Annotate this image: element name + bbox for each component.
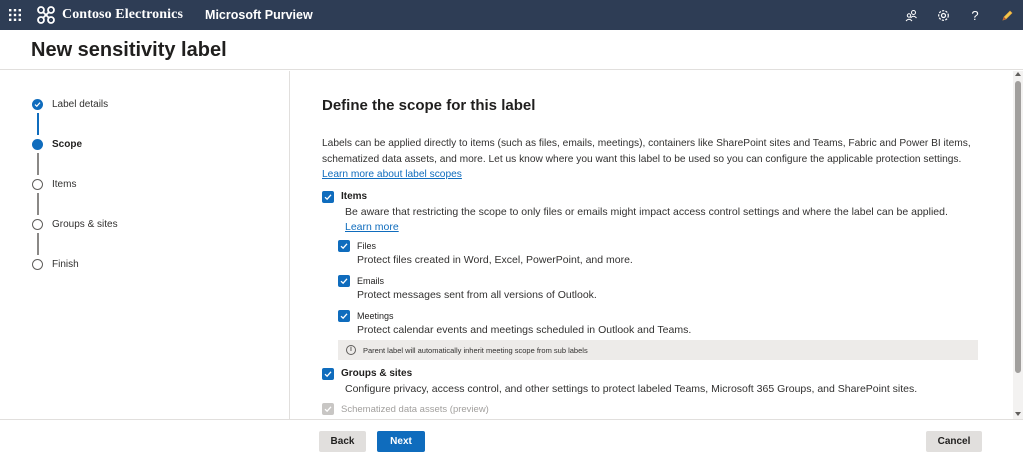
help-icon[interactable]: ?	[959, 0, 991, 30]
step-label: Finish	[52, 259, 79, 270]
items-description: Be aware that restricting the scope to o…	[345, 205, 955, 235]
meetings-label: Meetings	[357, 311, 394, 321]
empty-circle-icon	[32, 219, 43, 230]
cancel-button[interactable]: Cancel	[926, 431, 982, 452]
scroll-down-arrow-icon[interactable]	[1015, 412, 1021, 416]
groups-sites-description: Configure privacy, access control, and o…	[345, 383, 918, 395]
checkmark-icon	[340, 278, 348, 285]
emails-checkbox[interactable]	[338, 275, 350, 287]
brand-name: Contoso Electronics	[62, 7, 184, 22]
settings-icon[interactable]	[927, 0, 959, 30]
step-connector	[37, 233, 39, 255]
meeting-scope-info-bar: i Parent label will automatically inheri…	[338, 340, 978, 360]
step-scope[interactable]: Scope	[32, 139, 82, 150]
back-button[interactable]: Back	[319, 431, 366, 452]
section-title: Define the scope for this label	[322, 97, 536, 114]
page-title: New sensitivity label	[31, 39, 227, 61]
page-header: New sensitivity label	[0, 30, 1023, 70]
groups-sites-checkbox[interactable]	[322, 368, 334, 380]
label-scopes-link[interactable]: Learn more about label scopes	[322, 169, 462, 180]
step-finish[interactable]: Finish	[32, 259, 79, 270]
info-icon: i	[346, 345, 356, 355]
scrollbar-thumb[interactable]	[1015, 81, 1021, 373]
intro-text: Labels can be applied directly to items …	[322, 136, 990, 183]
files-label: Files	[357, 241, 377, 251]
step-connector	[37, 153, 39, 175]
schematized-checkbox	[322, 403, 334, 415]
empty-circle-icon	[32, 179, 43, 190]
emails-description: Protect messages sent from all versions …	[357, 289, 597, 301]
step-label: Items	[52, 179, 77, 190]
waffle-icon[interactable]	[0, 0, 30, 30]
checkmark-icon	[324, 194, 332, 201]
step-connector	[37, 113, 39, 135]
meetings-description: Protect calendar events and meetings sch…	[357, 324, 692, 336]
check-circle-icon	[32, 99, 43, 110]
items-learn-more-link[interactable]: Learn more	[345, 221, 399, 233]
step-items[interactable]: Items	[32, 179, 76, 190]
wizard-stepper: Label details Scope Items Groups & sites…	[0, 71, 290, 419]
items-label: Items	[341, 191, 368, 202]
vertical-scrollbar[interactable]	[1013, 71, 1023, 419]
checkmark-icon	[324, 371, 332, 378]
step-connector	[37, 193, 39, 215]
contoso-logo-icon	[37, 6, 55, 24]
intro-body: Labels can be applied directly to items …	[322, 138, 971, 165]
current-step-dot-icon	[32, 139, 43, 150]
checkmark-icon	[340, 313, 348, 320]
people-icon[interactable]	[895, 0, 927, 30]
main-content: Define the scope for this label Labels c…	[290, 71, 1013, 419]
next-button[interactable]: Next	[377, 431, 425, 452]
step-label: Label details	[52, 99, 109, 110]
brand[interactable]: Contoso Electronics	[36, 5, 183, 25]
step-label: Groups & sites	[52, 219, 118, 230]
items-description-text: Be aware that restricting the scope to o…	[345, 206, 948, 218]
files-description: Protect files created in Word, Excel, Po…	[357, 254, 633, 266]
checkmark-icon	[324, 406, 332, 413]
app-name[interactable]: Microsoft Purview	[205, 8, 313, 22]
top-app-bar: Contoso Electronics Microsoft Purview ?	[0, 0, 1023, 30]
meetings-checkbox[interactable]	[338, 310, 350, 322]
items-checkbox[interactable]	[322, 191, 334, 203]
wizard-footer: Back Next Cancel	[0, 419, 1023, 460]
scroll-up-arrow-icon[interactable]	[1015, 72, 1021, 76]
step-groups-sites[interactable]: Groups & sites	[32, 219, 118, 230]
files-checkbox[interactable]	[338, 240, 350, 252]
step-label-details[interactable]: Label details	[32, 99, 108, 110]
help-glyph: ?	[971, 7, 979, 23]
empty-circle-icon	[32, 259, 43, 270]
groups-sites-label: Groups & sites	[341, 368, 413, 379]
info-text: Parent label will automatically inherit …	[363, 345, 588, 355]
schematized-label: Schematized data assets (preview)	[341, 404, 489, 415]
step-label: Scope	[52, 139, 83, 150]
emails-label: Emails	[357, 276, 385, 286]
checkmark-icon	[340, 243, 348, 250]
pen-icon[interactable]	[991, 0, 1023, 30]
